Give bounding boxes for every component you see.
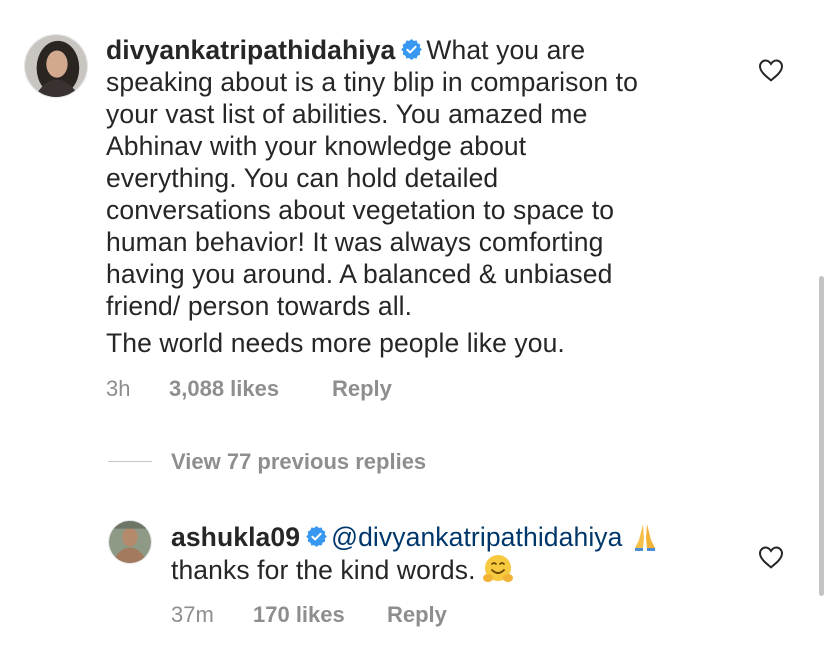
comment-line: having you around. A balanced & unbiased	[106, 259, 613, 289]
reply-text: ashukla09 @divyankatripathidahiya thanks …	[171, 520, 731, 586]
verified-badge-icon	[401, 39, 423, 60]
scrollbar[interactable]	[819, 276, 824, 596]
comment-line: friend/ person towards all.	[106, 291, 413, 321]
comment-line: everything. You can hold detailed	[106, 163, 499, 193]
hugging-face-emoji	[482, 553, 514, 585]
comment-line: The world needs more people like you.	[106, 328, 565, 358]
mention-link[interactable]: @divyankatripathidahiya	[331, 522, 622, 552]
comment-line: speaking about is a tiny blip in compari…	[106, 67, 638, 97]
reply-body: thanks for the kind words.	[171, 555, 476, 585]
reply-likes[interactable]: 170 likes	[253, 602, 345, 628]
like-button[interactable]	[758, 58, 784, 82]
heart-outline-icon	[758, 546, 784, 569]
folded-hands-emoji	[629, 520, 661, 552]
avatar-divyankatripathidahiya[interactable]	[24, 34, 88, 98]
reply-button[interactable]: Reply	[332, 376, 392, 402]
comment-line: What you are	[426, 35, 586, 65]
verified-badge-icon	[306, 526, 327, 547]
comment-line: conversations about vegetation to space …	[106, 195, 615, 225]
reply-time: 37m	[171, 602, 214, 627]
heart-outline-icon	[758, 59, 784, 82]
comment-line: human behavior! It was always comforting	[106, 227, 604, 257]
comment-line: your vast list of abilities. You amazed …	[106, 99, 588, 129]
like-button[interactable]	[758, 545, 784, 569]
reply-username[interactable]: ashukla09	[171, 522, 300, 552]
comment-text: divyankatripathidahiya What you are speak…	[106, 34, 706, 359]
comment-time: 3h	[106, 376, 131, 401]
view-replies-label[interactable]: View 77 previous replies	[171, 448, 426, 476]
divider-line	[108, 461, 152, 462]
comment-line: Abhinav with your knowledge about	[106, 131, 527, 161]
avatar-ashukla09[interactable]	[108, 520, 152, 564]
comment-likes[interactable]: 3,088 likes	[169, 376, 279, 402]
reply-button[interactable]: Reply	[387, 602, 447, 628]
comment-username[interactable]: divyankatripathidahiya	[106, 35, 395, 65]
